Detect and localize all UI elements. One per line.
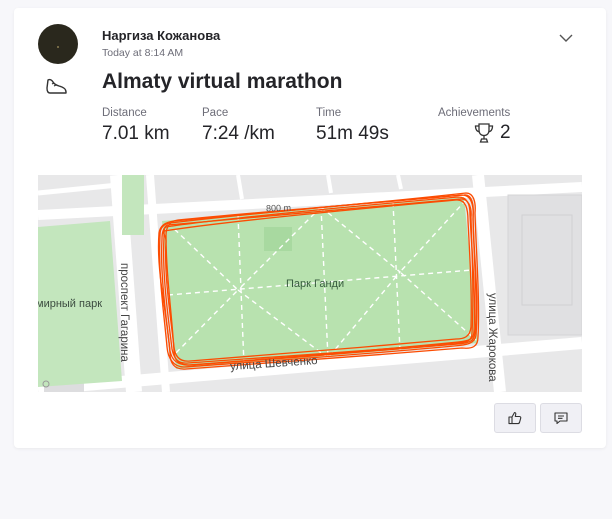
stat-value: 2: [500, 122, 511, 143]
stat-pace: Pace 7:24 /km: [202, 107, 275, 145]
route-map[interactable]: Парк Ганди мирный парк проспект Гагарина…: [38, 175, 582, 392]
comment-button[interactable]: [540, 403, 582, 433]
thumbs-up-icon: [508, 411, 522, 425]
stat-value: 7.01 km: [102, 123, 170, 144]
activity-card: Наргиза Кожанова Today at 8:14 AM Almaty…: [14, 8, 606, 448]
kudos-button[interactable]: [494, 403, 536, 433]
avatar[interactable]: [38, 24, 78, 64]
map-label-street: улица Жарокова: [486, 293, 498, 382]
stat-label: Distance: [102, 107, 147, 119]
comment-icon: [554, 412, 568, 425]
activity-title[interactable]: Almaty virtual marathon: [102, 70, 342, 94]
map-label-park-left: мирный парк: [38, 298, 103, 310]
chevron-down-icon[interactable]: [558, 30, 574, 46]
stat-label: Time: [316, 107, 342, 119]
trophy-icon: [474, 123, 494, 143]
map-label-park: Парк Ганди: [286, 278, 345, 290]
activity-timestamp: Today at 8:14 AM: [102, 47, 184, 59]
athlete-name[interactable]: Наргиза Кожанова: [102, 28, 220, 43]
map-label-street: проспект Гагарина: [118, 263, 130, 362]
map-scale-label: 800 m: [265, 202, 292, 214]
stat-value: 51m 49s: [316, 123, 389, 144]
stat-time: Time 51m 49s: [316, 107, 389, 145]
stat-achievements[interactable]: Achievements 2: [438, 107, 511, 145]
stat-label: Pace: [202, 107, 229, 119]
stat-label: Achievements: [438, 107, 511, 119]
run-shoe-icon: [46, 78, 67, 94]
stat-value: 7:24 /km: [202, 123, 275, 144]
stat-distance: Distance 7.01 km: [102, 107, 170, 145]
